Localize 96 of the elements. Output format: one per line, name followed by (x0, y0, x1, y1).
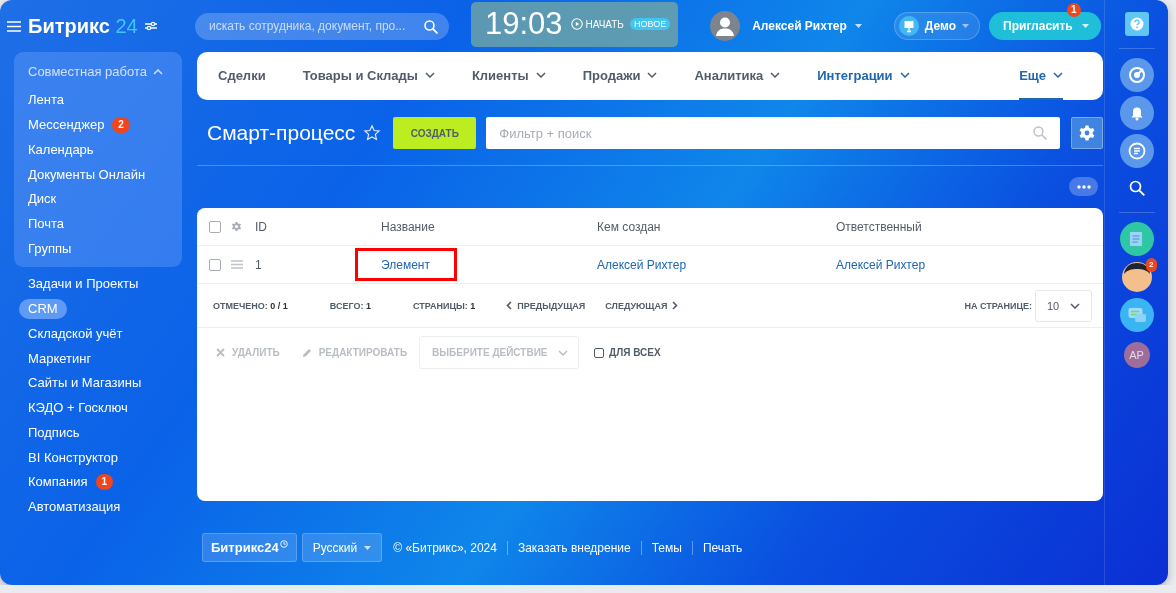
search-icon[interactable] (1128, 180, 1145, 196)
sidebar-item[interactable]: Компания 1 (28, 471, 114, 492)
logo[interactable]: Битрикс 24 (28, 14, 138, 38)
item-link[interactable]: Элемент (358, 251, 454, 278)
avatar-icon[interactable] (1119, 260, 1154, 294)
drag-handle-icon[interactable] (231, 260, 243, 269)
sidebar-item[interactable]: Почта (28, 213, 65, 234)
nav-tab[interactable]: Клиенты (471, 52, 546, 100)
sidebar-item[interactable]: Сайты и Магазины (28, 372, 142, 393)
nav-tab[interactable]: Сделки (218, 52, 266, 100)
create-button[interactable]: СОЗДАТЬ (393, 117, 477, 149)
sidebar-group-title[interactable]: Совместная работа (14, 58, 182, 85)
sidebar-item[interactable]: CRM (19, 298, 67, 319)
caret-icon (962, 24, 970, 28)
sidebar-item[interactable]: КЭДО + Госключ (28, 397, 128, 418)
star-icon[interactable] (363, 124, 382, 142)
demo-button[interactable]: Демо (893, 12, 981, 40)
sidebar-item[interactable]: Складской учёт (28, 323, 123, 344)
play-icon (570, 18, 583, 30)
checkbox[interactable] (209, 220, 221, 233)
target-icon[interactable] (1119, 58, 1154, 92)
chat-icon[interactable] (1119, 134, 1154, 168)
close-icon (216, 348, 225, 357)
filter-field[interactable]: Фильтр + поиск (486, 117, 1060, 149)
per-page-select[interactable]: 10 (1035, 289, 1092, 322)
help-icon[interactable] (1124, 12, 1149, 36)
chevron-down-icon (1070, 302, 1080, 309)
more-icon (1076, 184, 1091, 189)
sidebar-item[interactable]: Группы (28, 238, 72, 259)
nav-tab[interactable]: Аналитика (694, 52, 781, 100)
menu-icon[interactable] (7, 20, 21, 32)
copyright-text: © «Битрикс», 2024 (393, 540, 497, 555)
chevron-down-icon (558, 349, 569, 356)
new-badge: НОВОЕ (629, 18, 671, 30)
search-icon (424, 19, 438, 34)
counter-badge: 1 (1067, 3, 1081, 17)
user-link[interactable]: Алексей Рихтер (836, 257, 926, 272)
footer-link[interactable]: Заказать внедрение (517, 540, 631, 555)
start-button[interactable]: НАЧАТЬ (568, 18, 624, 30)
chat-icon[interactable] (1119, 298, 1154, 332)
summary-text: ВСЕГО: 1 (329, 300, 371, 311)
for-all-checkbox[interactable]: ДЛЯ ВСЕХ (594, 347, 661, 358)
chevron-up-icon (152, 68, 163, 75)
page-title: Смарт-процесс (207, 121, 356, 145)
search-icon (1033, 126, 1047, 140)
user-link[interactable]: Алексей Рихтер (597, 257, 687, 272)
summary-text: СТРАНИЦЫ: 1 (413, 300, 476, 311)
counter-badge: 2 (112, 116, 130, 133)
column-header[interactable]: Ответственный (836, 219, 1103, 234)
sidebar-item[interactable]: Маркетинг (28, 348, 92, 368)
checkbox[interactable] (209, 258, 221, 271)
sidebar-item[interactable]: Мессенджер 2 (28, 114, 130, 135)
column-header[interactable]: Название (381, 219, 597, 234)
language-select[interactable]: Русский (301, 533, 383, 562)
counter-badge: 2 (1146, 258, 1157, 272)
pencil-icon (301, 347, 312, 358)
caret-icon (1081, 24, 1089, 28)
column-header[interactable]: ID (255, 219, 381, 234)
table-cell: 1 (255, 257, 262, 272)
caret-icon (364, 545, 372, 550)
clock-icon (279, 540, 288, 548)
sliders-icon[interactable] (144, 21, 157, 31)
footer-link[interactable]: Темы (651, 540, 682, 555)
chevron-left-icon (506, 301, 513, 310)
settings-button[interactable] (1071, 117, 1103, 149)
user-menu[interactable]: Алексей Рихтер (752, 19, 862, 33)
counter-badge: 1 (95, 473, 114, 490)
column-header[interactable]: Кем создан (597, 219, 836, 234)
sidebar-item[interactable]: BI Конструктор (28, 447, 119, 467)
sidebar-item[interactable]: Диск (28, 188, 57, 209)
sidebar-item[interactable]: Календарь (28, 139, 94, 160)
sidebar-item[interactable]: Задачи и Проекты (28, 273, 139, 294)
bell-icon[interactable] (1119, 96, 1154, 130)
caret-icon (854, 24, 862, 28)
clock-time: 19:03 (485, 6, 563, 42)
sidebar-item[interactable]: Документы Онлайн (28, 164, 146, 184)
user-avatar[interactable]: АР (1123, 342, 1150, 368)
sidebar-item[interactable]: Лента (28, 89, 64, 110)
nav-tab[interactable]: Продажи (582, 52, 658, 100)
more-button[interactable] (1069, 177, 1098, 196)
chevron-right-icon (672, 301, 679, 310)
sidebar-item[interactable]: Подпись (28, 422, 80, 443)
presentation-icon (898, 16, 919, 36)
next-link[interactable]: СЛЕДУЮЩАЯ (605, 300, 679, 311)
footer-logo[interactable]: Битрикс24 (202, 533, 297, 562)
nav-tab[interactable]: Товары и Склады (302, 52, 435, 100)
sidebar-item[interactable]: Автоматизация (28, 496, 121, 517)
news-icon[interactable] (1119, 222, 1154, 256)
previous-link[interactable]: ПРЕДЫДУЩАЯ (506, 300, 586, 311)
footer-link[interactable]: Печать (702, 540, 743, 555)
nav-tab[interactable]: Еще (1019, 52, 1063, 100)
settings-icon (1078, 124, 1096, 142)
nav-tab[interactable]: Интеграции (817, 52, 910, 100)
avatar-icon[interactable] (710, 11, 741, 41)
summary-text: ОТМЕЧЕНО: 0 / 1 (213, 300, 288, 311)
per-page-label: НА СТРАНИЦЕ: (964, 300, 1032, 311)
